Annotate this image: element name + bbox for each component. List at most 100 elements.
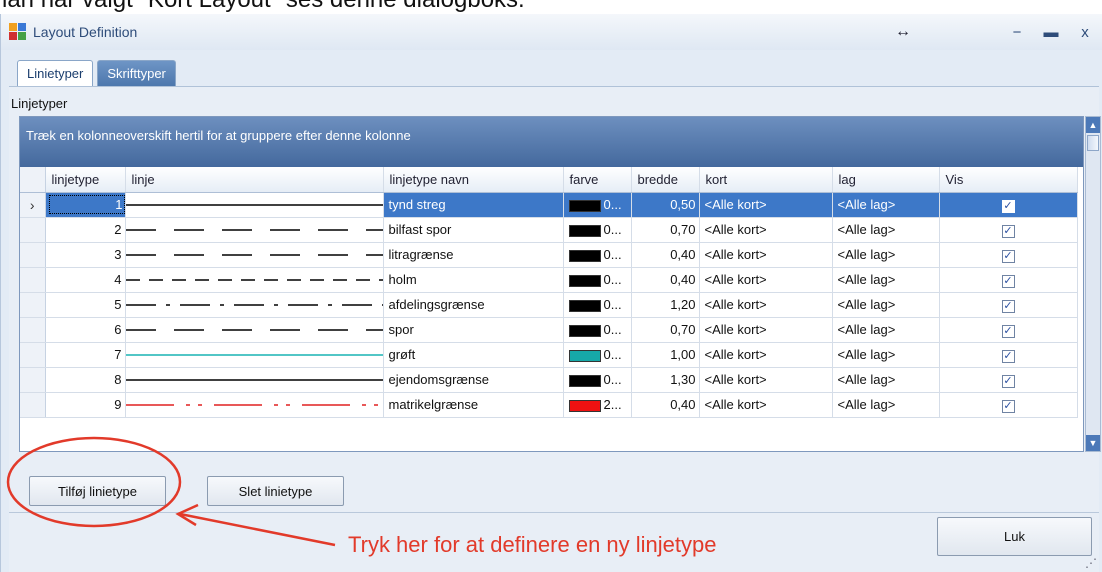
cell-farve[interactable]: 0... bbox=[563, 217, 632, 243]
cell-lag[interactable]: <Alle lag> bbox=[832, 242, 940, 268]
cell-linje-preview[interactable] bbox=[125, 317, 384, 343]
table-row[interactable]: 4 holm 0... 0,40 <Alle kort> <Alle lag> ✓ bbox=[20, 267, 1078, 293]
cell-kort[interactable]: <Alle kort> bbox=[699, 192, 833, 218]
cell-lag[interactable]: <Alle lag> bbox=[832, 367, 940, 393]
table-row[interactable]: 2 bilfast spor 0... 0,70 <Alle kort> <Alle la… bbox=[20, 217, 1078, 243]
row-selector[interactable] bbox=[20, 292, 46, 318]
cell-linjetype-navn[interactable]: holm bbox=[383, 267, 564, 293]
cell-linjetype[interactable]: 2 bbox=[45, 217, 126, 243]
table-row[interactable]: › 1 tynd streg 0... 0,50 <Alle kort> <Alle lag… bbox=[20, 192, 1078, 218]
cell-linjetype[interactable]: 9 bbox=[45, 392, 126, 418]
cell-farve[interactable]: 0... bbox=[563, 292, 632, 318]
cell-farve[interactable]: 0... bbox=[563, 192, 632, 218]
cell-vis[interactable]: ✓ bbox=[939, 367, 1078, 393]
table-row[interactable]: 3 litragrænse 0... 0,40 <Alle kort> <Alle lag… bbox=[20, 242, 1078, 268]
cell-vis[interactable]: ✓ bbox=[939, 242, 1078, 268]
vis-checkbox[interactable]: ✓ bbox=[1001, 199, 1015, 213]
column-header-linjetype[interactable]: linjetype bbox=[45, 167, 126, 193]
cell-vis[interactable]: ✓ bbox=[939, 217, 1078, 243]
cell-linjetype[interactable]: 7 bbox=[45, 342, 126, 368]
cell-linje-preview[interactable] bbox=[125, 367, 384, 393]
resize-icon[interactable]: ↔ bbox=[886, 18, 920, 46]
cell-bredde[interactable]: 0,40 bbox=[631, 267, 700, 293]
cell-linjetype[interactable]: 5 bbox=[45, 292, 126, 318]
group-by-panel[interactable]: Træk en kolonneoverskift hertil for at g… bbox=[20, 117, 1083, 167]
vis-checkbox[interactable]: ✓ bbox=[1001, 374, 1015, 388]
column-header-bredde[interactable]: bredde bbox=[631, 167, 700, 193]
close-window-button[interactable]: x bbox=[1068, 18, 1102, 46]
table-row[interactable]: 5 afdelingsgrænse 0... 1,20 <Alle kort> <Alle… bbox=[20, 292, 1078, 318]
cell-linje-preview[interactable] bbox=[125, 267, 384, 293]
vis-checkbox[interactable]: ✓ bbox=[1001, 349, 1015, 363]
cell-vis[interactable]: ✓ bbox=[939, 267, 1078, 293]
row-selector[interactable] bbox=[20, 242, 46, 268]
cell-linjetype-navn[interactable]: tynd streg bbox=[383, 192, 564, 218]
cell-linjetype-navn[interactable]: litragrænse bbox=[383, 242, 564, 268]
row-selector[interactable] bbox=[20, 392, 46, 418]
cell-lag[interactable]: <Alle lag> bbox=[832, 342, 940, 368]
cell-vis[interactable]: ✓ bbox=[939, 342, 1078, 368]
cell-lag[interactable]: <Alle lag> bbox=[832, 317, 940, 343]
cell-linjetype[interactable]: 6 bbox=[45, 317, 126, 343]
cell-bredde[interactable]: 1,30 bbox=[631, 367, 700, 393]
cell-kort[interactable]: <Alle kort> bbox=[699, 292, 833, 318]
cell-farve[interactable]: 0... bbox=[563, 317, 632, 343]
column-header-lag[interactable]: lag bbox=[832, 167, 940, 193]
cell-farve[interactable]: 2... bbox=[563, 392, 632, 418]
cell-linjetype-navn[interactable]: grøft bbox=[383, 342, 564, 368]
scroll-thumb[interactable] bbox=[1087, 135, 1099, 151]
column-header-kort[interactable]: kort bbox=[699, 167, 833, 193]
vis-checkbox[interactable]: ✓ bbox=[1001, 249, 1015, 263]
cell-linjetype-navn[interactable]: ejendomsgrænse bbox=[383, 367, 564, 393]
grid-scrollbar[interactable]: ▲ ▼ bbox=[1085, 116, 1101, 452]
cell-bredde[interactable]: 0,70 bbox=[631, 317, 700, 343]
cell-bredde[interactable]: 0,40 bbox=[631, 392, 700, 418]
row-selector[interactable] bbox=[20, 367, 46, 393]
cell-linjetype-navn[interactable]: matrikelgrænse bbox=[383, 392, 564, 418]
cell-kort[interactable]: <Alle kort> bbox=[699, 317, 833, 343]
cell-linjetype[interactable]: 4 bbox=[45, 267, 126, 293]
cell-linje-preview[interactable] bbox=[125, 292, 384, 318]
cell-bredde[interactable]: 1,20 bbox=[631, 292, 700, 318]
column-header-navn[interactable]: linjetype navn bbox=[383, 167, 564, 193]
cell-linjetype[interactable]: 3 bbox=[45, 242, 126, 268]
cell-farve[interactable]: 0... bbox=[563, 267, 632, 293]
delete-linetype-button[interactable]: Slet linietype bbox=[207, 476, 344, 506]
cell-linje-preview[interactable] bbox=[125, 242, 384, 268]
cell-farve[interactable]: 0... bbox=[563, 342, 632, 368]
table-row[interactable]: 9 matrikelgrænse 2... 0,40 <Alle kort> <Alle … bbox=[20, 392, 1078, 418]
cell-linje-preview[interactable] bbox=[125, 392, 384, 418]
cell-linjetype[interactable]: 1 bbox=[45, 192, 126, 218]
cell-kort[interactable]: <Alle kort> bbox=[699, 267, 833, 293]
vis-checkbox[interactable]: ✓ bbox=[1001, 274, 1015, 288]
row-selector[interactable]: › bbox=[20, 192, 46, 218]
cell-linjetype-navn[interactable]: afdelingsgrænse bbox=[383, 292, 564, 318]
row-selector[interactable] bbox=[20, 342, 46, 368]
title-bar[interactable]: Layout Definition ↔ − ▬ x bbox=[1, 14, 1102, 50]
row-selector[interactable] bbox=[20, 267, 46, 293]
row-selector[interactable] bbox=[20, 217, 46, 243]
table-row[interactable]: 8 ejendomsgrænse 0... 1,30 <Alle kort> <Alle … bbox=[20, 367, 1078, 393]
cell-vis[interactable]: ✓ bbox=[939, 192, 1078, 218]
vis-checkbox[interactable]: ✓ bbox=[1001, 399, 1015, 413]
tab-linietyper[interactable]: Linietyper bbox=[17, 60, 94, 86]
cell-bredde[interactable]: 0,70 bbox=[631, 217, 700, 243]
scroll-up-icon[interactable]: ▲ bbox=[1086, 117, 1100, 133]
table-row[interactable]: 7 grøft 0... 1,00 <Alle kort> <Alle lag> ✓ bbox=[20, 342, 1078, 368]
cell-lag[interactable]: <Alle lag> bbox=[832, 392, 940, 418]
column-header-linje[interactable]: linje bbox=[125, 167, 384, 193]
cell-farve[interactable]: 0... bbox=[563, 242, 632, 268]
close-button[interactable]: Luk bbox=[937, 517, 1092, 556]
vis-checkbox[interactable]: ✓ bbox=[1001, 324, 1015, 338]
add-linetype-button[interactable]: Tilføj linietype bbox=[29, 476, 166, 506]
cell-lag[interactable]: <Alle lag> bbox=[832, 267, 940, 293]
cell-linje-preview[interactable] bbox=[125, 217, 384, 243]
cell-linje-preview[interactable] bbox=[125, 342, 384, 368]
cell-lag[interactable]: <Alle lag> bbox=[832, 292, 940, 318]
cell-linjetype-navn[interactable]: spor bbox=[383, 317, 564, 343]
cell-linje-preview[interactable] bbox=[125, 192, 384, 218]
cell-vis[interactable]: ✓ bbox=[939, 392, 1078, 418]
cell-vis[interactable]: ✓ bbox=[939, 292, 1078, 318]
cell-bredde[interactable]: 0,40 bbox=[631, 242, 700, 268]
table-row[interactable]: 6 spor 0... 0,70 <Alle kort> <Alle lag> ✓ bbox=[20, 317, 1078, 343]
